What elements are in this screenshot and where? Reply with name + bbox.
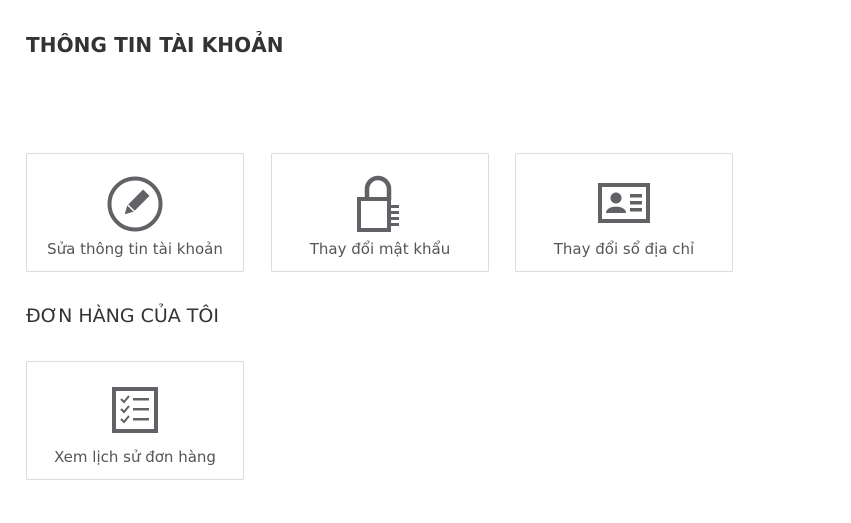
address-card-icon: [598, 183, 650, 223]
change-address-book-card[interactable]: Thay đổi sổ địa chỉ: [515, 153, 733, 272]
change-password-label: Thay đổi mật khẩu: [309, 240, 451, 258]
checklist-icon: [112, 387, 158, 433]
change-address-book-label: Thay đổi sổ địa chỉ: [553, 240, 695, 258]
order-history-label: Xem lịch sử đơn hàng: [54, 448, 216, 466]
order-history-card[interactable]: Xem lịch sử đơn hàng: [26, 361, 244, 480]
page-title: THÔNG TIN TÀI KHOẢN: [26, 33, 284, 57]
padlock-icon: [357, 175, 399, 232]
pencil-circle-icon: [107, 176, 163, 232]
change-password-card[interactable]: Thay đổi mật khẩu: [271, 153, 489, 272]
section-title-orders: ĐƠN HÀNG CỦA TÔI: [26, 305, 219, 327]
edit-account-label: Sửa thông tin tài khoản: [47, 240, 223, 258]
edit-account-card[interactable]: Sửa thông tin tài khoản: [26, 153, 244, 272]
